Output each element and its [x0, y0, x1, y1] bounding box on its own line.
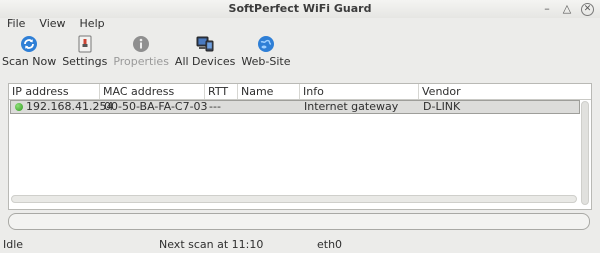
cell-ip: 192.168.41.254: [12, 101, 113, 113]
properties-label: Properties: [113, 55, 169, 68]
menu-view[interactable]: View: [32, 16, 72, 32]
column-info[interactable]: Info: [300, 84, 419, 99]
scan-now-label: Scan Now: [2, 55, 57, 68]
menu-file[interactable]: File: [0, 16, 32, 32]
devices-icon: [196, 36, 214, 52]
column-mac-address[interactable]: MAC address: [100, 84, 205, 99]
menu-bar: File View Help: [0, 16, 112, 32]
refresh-icon: [21, 36, 38, 52]
device-table[interactable]: IP address MAC address RTT Name Info Ven…: [8, 83, 592, 210]
web-site-label: Web-Site: [241, 55, 291, 68]
properties-button[interactable]: Properties: [111, 35, 171, 69]
window-title: SoftPerfect WiFi Guard: [228, 2, 372, 15]
scan-progress-bar: [8, 213, 590, 230]
maximize-icon[interactable]: △: [561, 3, 573, 15]
status-bar: Idle Next scan at 11:10 eth0: [0, 237, 600, 253]
settings-button[interactable]: Settings: [60, 35, 109, 69]
next-scan-time: Next scan at 11:10: [159, 238, 264, 251]
cell-mac: 00-50-BA-FA-C7-03: [104, 100, 208, 113]
vertical-scrollbar[interactable]: [581, 101, 589, 205]
globe-icon: [257, 36, 274, 52]
all-devices-button[interactable]: All Devices: [173, 35, 237, 69]
close-icon[interactable]: ✕: [581, 2, 594, 16]
online-status-icon: [15, 103, 23, 111]
web-site-button[interactable]: Web-Site: [239, 35, 292, 69]
column-vendor[interactable]: Vendor: [419, 84, 591, 99]
column-name[interactable]: Name: [238, 84, 300, 99]
column-rtt[interactable]: RTT: [205, 84, 238, 99]
settings-icon: [78, 35, 92, 53]
table-header: IP address MAC address RTT Name Info Ven…: [9, 84, 591, 100]
table-row[interactable]: 192.168.41.254 00-50-BA-FA-C7-03 --- Int…: [10, 100, 580, 114]
all-devices-label: All Devices: [174, 55, 236, 68]
cell-info: Internet gateway: [304, 100, 399, 113]
status-state: Idle: [3, 238, 24, 251]
network-interface: eth0: [317, 238, 343, 251]
horizontal-scrollbar[interactable]: [11, 195, 577, 203]
scan-now-button[interactable]: Scan Now: [0, 35, 58, 69]
info-icon: [133, 36, 150, 52]
cell-vendor: D-LINK: [423, 100, 461, 113]
window-controls: – △ ✕: [541, 0, 594, 18]
toolbar: Scan Now Settings Properties All Devices: [0, 35, 294, 69]
minimize-icon[interactable]: –: [541, 3, 553, 15]
menu-help[interactable]: Help: [73, 16, 112, 32]
column-ip-address[interactable]: IP address: [9, 84, 100, 99]
settings-label: Settings: [62, 55, 108, 68]
cell-rtt: ---: [209, 100, 221, 113]
cell-name: [239, 101, 301, 113]
